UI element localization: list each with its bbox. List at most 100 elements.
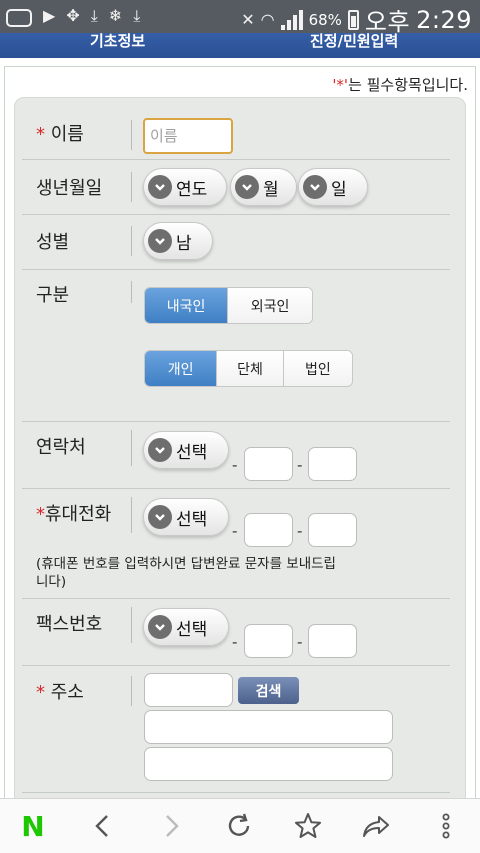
- fax-area-value: 선택: [176, 619, 208, 640]
- mobile-label: *휴대전화: [36, 500, 111, 526]
- address-label-text: 주소: [45, 682, 84, 703]
- chevron-down-icon: [148, 505, 172, 529]
- mobile-last-input[interactable]: [308, 513, 357, 547]
- mobile-label-text: 휴대전화: [45, 504, 112, 525]
- row-divider: [22, 598, 450, 599]
- chevron-down-icon: [148, 229, 172, 253]
- dash-separator: -: [297, 633, 303, 651]
- row-divider: [22, 214, 450, 215]
- birth-label: 생년월일: [36, 178, 103, 199]
- fax-last-input[interactable]: [308, 624, 357, 658]
- play-icon: ▶: [43, 6, 56, 25]
- chevron-down-icon: [235, 175, 259, 199]
- more-menu-button[interactable]: [429, 809, 463, 843]
- clock-ampm: 오후: [364, 8, 411, 36]
- reload-button[interactable]: [222, 809, 256, 843]
- name-label-text: 이름: [45, 124, 84, 145]
- nationality-toggle: 내국인 외국인: [144, 287, 313, 324]
- applicant-type-toggle: 개인 단체 법인: [144, 350, 353, 387]
- mobile-prefix-select[interactable]: 선택: [143, 498, 229, 536]
- chevron-down-icon: [303, 175, 327, 199]
- mobile-middle-input[interactable]: [244, 513, 293, 547]
- gender-value: 남: [176, 233, 192, 254]
- column-divider: [131, 226, 132, 256]
- row-divider: [22, 488, 450, 489]
- row-divider: [22, 269, 450, 270]
- column-divider: [131, 172, 132, 202]
- naver-home-button[interactable]: N: [16, 809, 50, 843]
- fax-area-select[interactable]: 선택: [143, 608, 229, 646]
- column-divider: [131, 430, 132, 466]
- birth-month-select[interactable]: 월: [230, 168, 297, 206]
- birth-year-value: 연도: [176, 179, 208, 200]
- star-icon: [295, 813, 321, 838]
- chevron-down-icon: [148, 615, 172, 639]
- chevron-down-icon: [148, 175, 172, 199]
- more-vertical-icon: [442, 813, 450, 839]
- required-asterisk: *: [36, 682, 45, 703]
- mute-icon: ✕: [241, 9, 255, 29]
- wifi-icon: ◠: [260, 9, 275, 29]
- reload-icon: [228, 813, 250, 836]
- battery-percent: 68%: [308, 10, 342, 29]
- type-corporation-option[interactable]: 법인: [283, 351, 352, 386]
- clock-time: 2:29: [416, 5, 472, 34]
- dash-separator: -: [232, 633, 238, 651]
- contact-last-input[interactable]: [308, 447, 357, 481]
- column-divider: [131, 676, 132, 706]
- naver-logo-icon: N: [21, 809, 45, 843]
- birth-day-value: 일: [331, 179, 347, 200]
- address-search-button[interactable]: 검색: [238, 677, 299, 704]
- column-divider: [131, 281, 132, 303]
- nationality-domestic-option[interactable]: 내국인: [145, 288, 229, 323]
- sync-icon: ❄: [108, 6, 123, 25]
- dash-separator: -: [297, 522, 303, 540]
- column-divider: [131, 120, 132, 150]
- share-button[interactable]: [359, 809, 393, 843]
- contact-area-value: 선택: [176, 442, 208, 463]
- birth-year-select[interactable]: 연도: [143, 168, 227, 206]
- address-line1-input[interactable]: [144, 710, 393, 744]
- battery-icon: [347, 9, 359, 30]
- required-asterisk: *: [36, 124, 45, 145]
- mobile-prefix-value: 선택: [176, 509, 208, 530]
- contact-middle-input[interactable]: [244, 447, 293, 481]
- address-line2-input[interactable]: [144, 747, 393, 781]
- dropbox-icon: ✥: [66, 6, 80, 25]
- column-divider: [131, 497, 132, 533]
- contact-area-select[interactable]: 선택: [143, 431, 229, 469]
- download-icon: ⤓: [133, 6, 141, 25]
- required-mark: '*': [332, 76, 349, 94]
- mobile-hint: (휴대폰 번호를 입력하시면 답변완료 문자를 보내드립니다): [36, 556, 336, 590]
- column-divider: [131, 607, 132, 643]
- address-label: * 주소: [36, 678, 84, 704]
- tab-petition-input[interactable]: 진정/민원입력: [310, 33, 398, 51]
- fax-label: 팩스번호: [36, 614, 103, 635]
- type-individual-option[interactable]: 개인: [145, 351, 218, 386]
- name-input[interactable]: [143, 118, 233, 154]
- row-divider: [22, 792, 450, 793]
- download-icon: ⤓: [90, 6, 98, 25]
- required-note: '*'는 필수항목입니다.: [332, 74, 468, 95]
- name-label: * 이름: [36, 120, 84, 146]
- forward-arrow-icon: [166, 815, 179, 837]
- birth-day-select[interactable]: 일: [298, 168, 368, 206]
- gender-select[interactable]: 남: [143, 222, 213, 260]
- dash-separator: -: [232, 522, 238, 540]
- contact-label: 연락처: [36, 437, 86, 458]
- required-note-text: 는 필수항목입니다.: [348, 76, 468, 94]
- top-nav: 기초정보 진정/민원입력: [0, 33, 480, 58]
- birth-month-value: 월: [263, 179, 279, 200]
- chat-icon: [6, 4, 32, 27]
- row-divider: [22, 159, 450, 160]
- tab-basic-info[interactable]: 기초정보: [90, 33, 145, 51]
- fax-middle-input[interactable]: [244, 624, 293, 658]
- forward-button[interactable]: [154, 809, 188, 843]
- back-button[interactable]: [86, 809, 120, 843]
- bookmark-button[interactable]: [291, 809, 325, 843]
- zipcode-input[interactable]: [144, 673, 233, 707]
- signal-icon: [280, 9, 303, 30]
- required-asterisk: *: [36, 504, 45, 525]
- type-group-option[interactable]: 단체: [217, 351, 284, 386]
- nationality-foreign-option[interactable]: 외국인: [228, 288, 312, 323]
